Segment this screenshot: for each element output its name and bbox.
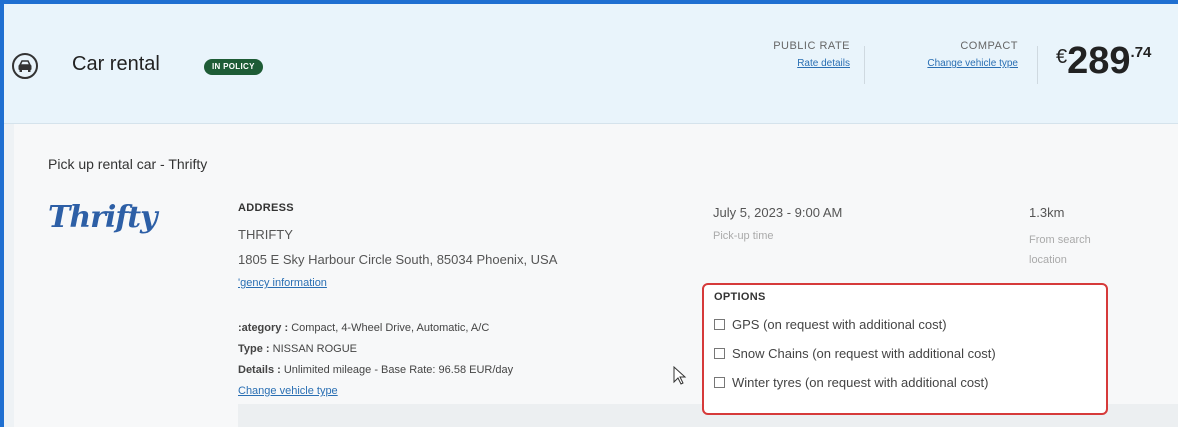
change-vehicle-type-link-body[interactable]: Change vehicle type xyxy=(238,381,513,402)
category-value: Compact, 4-Wheel Drive, Automatic, A/C xyxy=(291,322,490,334)
details-label: Details : xyxy=(238,364,281,376)
details-value: Unlimited mileage - Base Rate: 96.58 EUR… xyxy=(283,364,514,376)
address-line: 1805 E Sky Harbour Circle South, 85034 P… xyxy=(238,252,558,267)
distance-label: From search location xyxy=(1029,234,1091,266)
winter-tyres-checkbox[interactable] xyxy=(714,377,725,388)
public-rate-label: PUBLIC RATE xyxy=(773,40,850,52)
details-row: Details : Unlimited mileage - Base Rate:… xyxy=(238,360,513,381)
option-snow-chains[interactable]: Snow Chains (on request with additional … xyxy=(714,346,996,361)
gps-checkbox[interactable] xyxy=(714,319,725,330)
options-title: OPTIONS xyxy=(714,291,766,303)
option-label: Winter tyres (on request with additional… xyxy=(732,375,989,390)
option-gps[interactable]: GPS (on request with additional cost) xyxy=(714,317,947,332)
snow-chains-checkbox[interactable] xyxy=(714,348,725,359)
price-currency: € xyxy=(1056,46,1068,68)
in-policy-badge: IN POLICY xyxy=(204,59,263,75)
price: €289.74 xyxy=(1056,40,1151,83)
pickup-time-label: Pick-up time xyxy=(713,230,774,242)
divider xyxy=(1037,46,1038,84)
type-value: NISSAN ROGUE xyxy=(272,343,357,355)
left-gutter xyxy=(4,124,14,427)
category-label: :ategory : xyxy=(238,322,289,334)
address-label: ADDRESS xyxy=(238,202,294,214)
option-winter-tyres[interactable]: Winter tyres (on request with additional… xyxy=(714,375,989,390)
type-row: Type : NISSAN ROGUE xyxy=(238,339,513,360)
distance: 1.3km xyxy=(1029,205,1065,220)
pickup-title: Pick up rental car - Thrifty xyxy=(48,156,208,172)
mouse-cursor-icon xyxy=(673,365,687,391)
type-label: Type : xyxy=(238,343,270,355)
rate-details-link[interactable]: Rate details xyxy=(760,58,850,69)
category-row: :ategory : Compact, 4-Wheel Drive, Autom… xyxy=(238,318,513,339)
page-title: Car rental xyxy=(72,53,160,75)
compact-block: COMPACT Change vehicle type xyxy=(893,40,1018,69)
option-label: Snow Chains (on request with additional … xyxy=(732,346,996,361)
public-rate-block: PUBLIC RATE Rate details xyxy=(760,40,850,69)
agency-name: THRIFTY xyxy=(238,227,293,242)
change-vehicle-type-link[interactable]: Change vehicle type xyxy=(893,58,1018,69)
divider xyxy=(864,46,865,84)
option-label: GPS (on request with additional cost) xyxy=(732,317,947,332)
car-icon xyxy=(12,53,38,79)
thrifty-logo: Thrifty xyxy=(48,200,158,235)
price-main: 289 xyxy=(1067,40,1131,82)
vehicle-details: :ategory : Compact, 4-Wheel Drive, Autom… xyxy=(238,318,513,402)
pickup-datetime: July 5, 2023 - 9:00 AM xyxy=(713,205,843,220)
options-panel: OPTIONS GPS (on request with additional … xyxy=(702,283,1108,415)
agency-information-link[interactable]: 'gency information xyxy=(238,277,327,289)
price-cents: .74 xyxy=(1130,44,1152,61)
compact-label: COMPACT xyxy=(960,40,1018,52)
